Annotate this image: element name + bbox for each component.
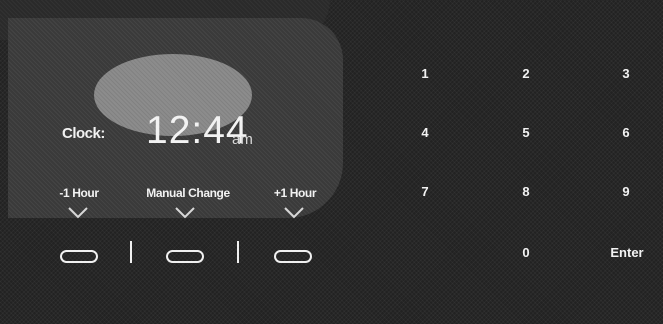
chevron-down-icon — [284, 207, 304, 219]
manual-change-label: Manual Change — [146, 186, 230, 200]
keypad-key-3[interactable]: 3 — [606, 63, 646, 85]
plus-hour-label: +1 Hour — [273, 186, 317, 200]
chevron-down-icon — [175, 207, 195, 219]
keypad-key-5[interactable]: 5 — [506, 122, 546, 144]
keypad-key-9[interactable]: 9 — [606, 181, 646, 203]
clock-settings-screen: Clock: 12:44 am -1 Hour Manual Change +1… — [0, 0, 663, 324]
plus-hour-button[interactable] — [274, 250, 312, 263]
clock-ampm: am — [232, 131, 253, 148]
minus-hour-button[interactable] — [60, 250, 98, 263]
keypad-key-6[interactable]: 6 — [606, 122, 646, 144]
clock-label: Clock: — [62, 125, 105, 142]
keypad-enter-button[interactable]: Enter — [600, 242, 654, 264]
divider — [130, 241, 132, 263]
keypad-key-8[interactable]: 8 — [506, 181, 546, 203]
keypad-key-7[interactable]: 7 — [405, 181, 445, 203]
manual-change-button[interactable] — [166, 250, 204, 263]
keypad-key-4[interactable]: 4 — [405, 122, 445, 144]
chevron-down-icon — [68, 207, 88, 219]
keypad-key-1[interactable]: 1 — [405, 63, 445, 85]
minus-hour-label: -1 Hour — [59, 186, 99, 200]
divider — [237, 241, 239, 263]
keypad-key-0[interactable]: 0 — [506, 242, 546, 264]
keypad-key-2[interactable]: 2 — [506, 63, 546, 85]
